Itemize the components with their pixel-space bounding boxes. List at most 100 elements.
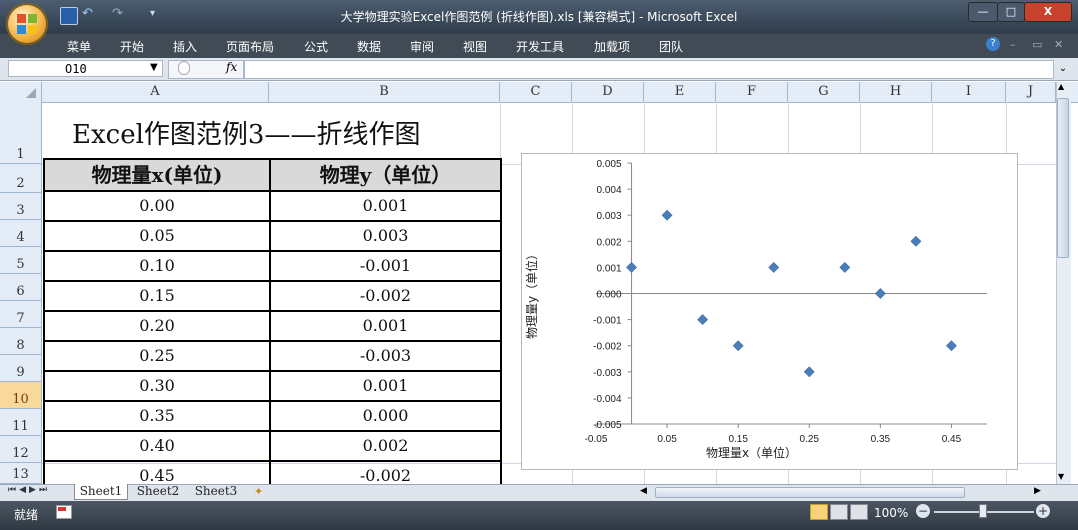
- insert-sheet-icon[interactable]: ✦: [254, 485, 263, 498]
- x-value-cell[interactable]: 0.20: [43, 310, 271, 342]
- close-button[interactable]: X: [1024, 2, 1072, 22]
- table-row: 0.30 0.001: [43, 370, 502, 402]
- zoom-slider-thumb[interactable]: [979, 504, 987, 518]
- row-header-2[interactable]: 2: [0, 164, 42, 193]
- name-box-dropdown-icon[interactable]: ▼: [150, 62, 158, 73]
- y-value-cell[interactable]: 0.002: [269, 430, 502, 462]
- row-header-3[interactable]: 3: [0, 193, 42, 220]
- y-value-cell[interactable]: -0.001: [269, 250, 502, 282]
- y-value-cell[interactable]: 0.001: [269, 190, 502, 222]
- x-value-cell[interactable]: 0.15: [43, 280, 271, 312]
- row-header-8[interactable]: 8: [0, 328, 42, 355]
- column-header-d[interactable]: D: [572, 82, 644, 102]
- y-value-cell[interactable]: 0.001: [269, 310, 502, 342]
- vertical-scroll-thumb[interactable]: [1057, 98, 1069, 258]
- x-value-cell[interactable]: 0.35: [43, 400, 271, 432]
- chart-area[interactable]: 0.005 0.004 0.003 0.002 0.001 0.000 -0.001 -0.0…: [521, 153, 1018, 470]
- x-value-cell[interactable]: 0.30: [43, 370, 271, 402]
- x-value-cell[interactable]: 0.00: [43, 190, 271, 222]
- sheet-tab-3[interactable]: Sheet3: [190, 484, 242, 499]
- page-layout-view-icon[interactable]: [830, 504, 848, 520]
- sheet-nav-icon[interactable]: ⏮◀▶⏭: [8, 485, 50, 495]
- column-header-f[interactable]: F: [716, 82, 788, 102]
- hscroll-left-icon[interactable]: ◀: [640, 486, 652, 498]
- tab-view[interactable]: 视图: [463, 38, 487, 55]
- column-header-c[interactable]: C: [500, 82, 572, 102]
- row-header-label: 11: [12, 419, 29, 434]
- row-header-5[interactable]: 5: [0, 247, 42, 274]
- help-icon[interactable]: ?: [986, 37, 1000, 51]
- ribbon-restore-icon[interactable]: ▭: [1032, 38, 1042, 51]
- row-header-10[interactable]: 10: [0, 382, 42, 409]
- header-y-cell[interactable]: 物理y（单位）: [269, 158, 502, 192]
- sheet-tab-1[interactable]: Sheet1: [74, 484, 128, 500]
- scroll-up-icon[interactable]: ▲: [1058, 82, 1064, 91]
- minimize-button[interactable]: —: [968, 2, 998, 22]
- row-header-13[interactable]: 13: [0, 463, 42, 484]
- macro-record-icon[interactable]: [56, 505, 72, 519]
- tab-review[interactable]: 审阅: [410, 38, 434, 55]
- column-header-a[interactable]: A: [42, 82, 269, 102]
- ribbon-minimize-icon[interactable]: –: [1010, 38, 1016, 51]
- normal-view-icon[interactable]: [810, 504, 828, 520]
- sheet-tab-2[interactable]: Sheet2: [132, 484, 184, 499]
- table-header-row: 物理量x(单位) 物理y（单位）: [43, 158, 502, 192]
- status-ready: 就绪: [14, 508, 39, 522]
- scatter-chart: 0.005 0.004 0.003 0.002 0.001 0.000 -0.001 -0.0…: [524, 159, 987, 460]
- scroll-down-icon[interactable]: ▼: [1058, 472, 1064, 481]
- name-box[interactable]: O10: [8, 60, 163, 77]
- hscroll-right-icon[interactable]: ▶: [1034, 486, 1046, 498]
- table-row: 0.35 0.000: [43, 400, 502, 432]
- row-header-7[interactable]: 7: [0, 301, 42, 328]
- y-value-cell[interactable]: -0.003: [269, 340, 502, 372]
- x-value-cell[interactable]: 0.25: [43, 340, 271, 372]
- x-value-cell[interactable]: 0.05: [43, 220, 271, 252]
- tab-developer[interactable]: 开发工具: [516, 38, 564, 55]
- row-header-12[interactable]: 12: [0, 436, 42, 463]
- row-header-4[interactable]: 4: [0, 220, 42, 247]
- tab-formulas[interactable]: 公式: [304, 38, 328, 55]
- tab-menu[interactable]: 菜单: [67, 38, 91, 55]
- insert-function-button[interactable]: fx: [226, 60, 237, 74]
- row-header-9[interactable]: 9: [0, 355, 42, 382]
- header-x-cell[interactable]: 物理量x(单位): [43, 158, 271, 192]
- tab-page-layout[interactable]: 页面布局: [226, 38, 274, 55]
- data-point: [874, 288, 886, 299]
- office-button[interactable]: [6, 3, 48, 45]
- tab-insert[interactable]: 插入: [173, 38, 197, 55]
- formula-expand-icon[interactable]: [178, 61, 190, 75]
- row-header-label: 6: [16, 284, 25, 299]
- column-header-e[interactable]: E: [644, 82, 716, 102]
- x-value-cell[interactable]: 0.40: [43, 430, 271, 462]
- ribbon-close-icon[interactable]: ✕: [1054, 38, 1063, 51]
- y-tick-label: -0.002: [593, 342, 622, 353]
- data-point: [803, 366, 815, 378]
- y-tick-label: -0.001: [593, 316, 622, 327]
- page-break-view-icon[interactable]: [850, 504, 868, 520]
- row-header-6[interactable]: 6: [0, 274, 42, 301]
- column-header-i[interactable]: I: [932, 82, 1006, 102]
- column-header-j[interactable]: J: [1006, 82, 1056, 102]
- zoom-level[interactable]: 100%: [874, 506, 908, 520]
- formula-input[interactable]: [244, 60, 1054, 79]
- zoom-out-icon[interactable]: −: [916, 504, 930, 518]
- y-value-cell[interactable]: 0.001: [269, 370, 502, 402]
- horizontal-scroll-thumb[interactable]: [655, 487, 965, 498]
- formula-bar-expand-icon[interactable]: ⌄: [1056, 60, 1070, 77]
- tab-data[interactable]: 数据: [357, 38, 381, 55]
- y-value-cell[interactable]: -0.002: [269, 280, 502, 312]
- x-value-cell[interactable]: 0.10: [43, 250, 271, 282]
- row-header-1[interactable]: 1: [0, 102, 42, 164]
- column-header-h[interactable]: H: [860, 82, 932, 102]
- row-header-11[interactable]: 11: [0, 409, 42, 436]
- maximize-button[interactable]: □: [997, 2, 1025, 22]
- zoom-in-icon[interactable]: +: [1036, 504, 1050, 518]
- y-value-cell[interactable]: 0.000: [269, 400, 502, 432]
- tab-team[interactable]: 团队: [659, 38, 683, 55]
- column-header-g[interactable]: G: [788, 82, 860, 102]
- tab-addins[interactable]: 加载项: [594, 38, 630, 55]
- tab-home[interactable]: 开始: [120, 38, 144, 55]
- select-all-corner[interactable]: [0, 82, 42, 102]
- y-value-cell[interactable]: 0.003: [269, 220, 502, 252]
- column-header-b[interactable]: B: [269, 82, 500, 102]
